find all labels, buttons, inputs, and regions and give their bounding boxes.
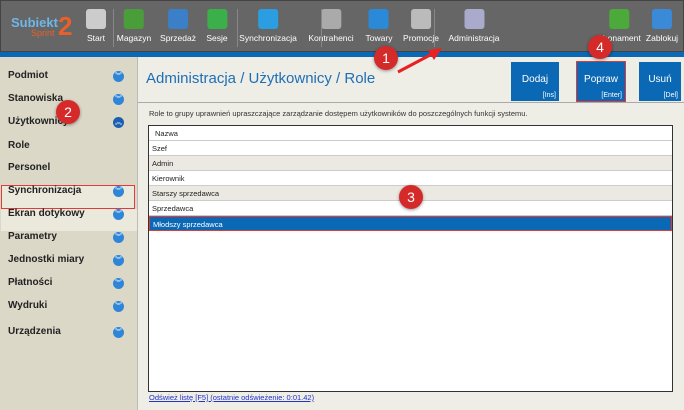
shortcut-label: [Del]	[663, 92, 678, 99]
shortcut-label: [Enter]	[601, 92, 622, 99]
sidebar-item-4[interactable]: Personel	[8, 162, 50, 173]
divider	[138, 102, 684, 103]
goods-icon	[369, 9, 389, 29]
sidebar-item-6[interactable]: Ekran dotykowy	[8, 208, 85, 219]
table-row[interactable]: Młodszy sprzedawca	[149, 216, 672, 231]
page-title: Administracja / Użytkownicy / Role	[146, 70, 376, 87]
toolbar-synchronizacja-button[interactable]: Synchronizacja	[239, 9, 297, 43]
usuń-button[interactable]: Usuń [Del]	[639, 62, 681, 101]
toolbar-magazyn-button[interactable]: Magazyn	[116, 9, 152, 43]
chevron-up-icon[interactable]: ︽	[113, 117, 124, 128]
toolbar-separator	[434, 9, 435, 47]
sidebar-item-8[interactable]: Jednostki miary	[8, 254, 84, 265]
chevron-down-icon[interactable]: ︾	[113, 94, 124, 105]
toolbar-kontrahenci-button[interactable]: Kontrahenci	[308, 9, 354, 43]
session-icon	[206, 9, 227, 29]
main-toolbar: Subiekt Sprint 2 Start Magazyn Sprzedaż Sesje…	[0, 0, 684, 52]
annotation-badge-2: 2	[56, 100, 80, 124]
toolbar-label: Administracja	[448, 33, 500, 43]
table-row[interactable]: Admin	[149, 156, 672, 171]
annotation-badge-4: 4	[588, 35, 612, 59]
toolbar-label: Sprzedaż	[160, 33, 196, 43]
toolbar-separator	[113, 9, 114, 47]
shortcut-label: [Ins]	[542, 92, 556, 99]
button-label: Popraw	[584, 74, 618, 85]
toolbar-label: Synchronizacja	[239, 33, 297, 43]
chevron-down-icon[interactable]: ︾	[113, 255, 124, 266]
toolbar-sesje-button[interactable]: Sesje	[206, 9, 228, 43]
chevron-down-icon[interactable]: ︾	[113, 232, 124, 243]
toolbar-separator	[321, 9, 322, 47]
toolbar-label: Zablokuj	[645, 33, 679, 43]
table-row[interactable]: Szef	[149, 141, 672, 156]
annotation-badge-3: 3	[399, 185, 423, 209]
chevron-down-icon[interactable]: ︾	[113, 278, 124, 289]
contractors-icon	[321, 9, 341, 29]
sidebar-item-11[interactable]: Urządzenia	[8, 326, 61, 337]
sales-icon	[167, 9, 188, 29]
dodaj-button[interactable]: Dodaj [Ins]	[511, 62, 559, 101]
roles-table: Nazwa Szef Admin Kierownik Starszy sprzedaw…	[148, 125, 673, 392]
toolbar-label: Kontrahenci	[308, 33, 354, 43]
toolbar-label: Start	[87, 33, 105, 43]
sidebar-item-0[interactable]: Podmiot	[8, 70, 48, 81]
chevron-down-icon[interactable]: ︾	[113, 327, 124, 338]
toolbar-administracja-button[interactable]: Administracja	[448, 9, 500, 43]
warehouse-icon	[124, 9, 144, 29]
sidebar-item-7[interactable]: Parametry	[8, 231, 57, 242]
toolbar-zablokuj-button[interactable]: Zablokuj	[646, 9, 678, 43]
toolbar-label: Towary	[365, 33, 393, 43]
toolbar-label: Sesje	[206, 33, 228, 43]
toolbar-towary-button[interactable]: Towary	[365, 9, 393, 43]
toolbar-separator	[237, 9, 238, 47]
popraw-button[interactable]: Popraw [Enter]	[576, 61, 626, 102]
promo-tag-icon	[411, 9, 431, 29]
button-label: Usuń	[648, 74, 672, 85]
sidebar-item-10[interactable]: Wydruki	[8, 300, 47, 311]
chevron-down-icon[interactable]: ︾	[113, 209, 124, 220]
sidebar-item-5[interactable]: Synchronizacja	[8, 185, 81, 196]
app-logo: Subiekt Sprint 2	[11, 11, 73, 41]
sidebar-item-1[interactable]: Stanowiska	[8, 93, 63, 104]
sidebar-item-9[interactable]: Płatności	[8, 277, 52, 288]
button-label: Dodaj	[521, 74, 549, 85]
annotation-badge-1: 1	[374, 46, 398, 70]
lock-icon	[651, 9, 672, 29]
description: Role to grupy uprawnień upraszczające za…	[149, 109, 528, 118]
sync-icon	[257, 9, 278, 29]
toolbar-sprzedaż-button[interactable]: Sprzedaż	[160, 9, 196, 43]
table-header[interactable]: Nazwa	[149, 126, 672, 141]
shield-check-icon	[608, 9, 629, 29]
chevron-down-icon[interactable]: ︾	[113, 71, 124, 82]
sidebar-item-3[interactable]: Role	[8, 140, 30, 151]
shop-icon	[86, 9, 106, 29]
refresh-link[interactable]: Odśwież listę [F5] (ostatnie odświeżenie…	[149, 393, 314, 402]
chevron-down-icon[interactable]: ︾	[113, 186, 124, 197]
toolbar-label: Magazyn	[116, 33, 152, 43]
chevron-down-icon[interactable]: ︾	[113, 301, 124, 312]
tools-icon	[464, 9, 484, 29]
table-row[interactable]: Kierownik	[149, 171, 672, 186]
toolbar-start-button[interactable]: Start	[86, 9, 106, 43]
